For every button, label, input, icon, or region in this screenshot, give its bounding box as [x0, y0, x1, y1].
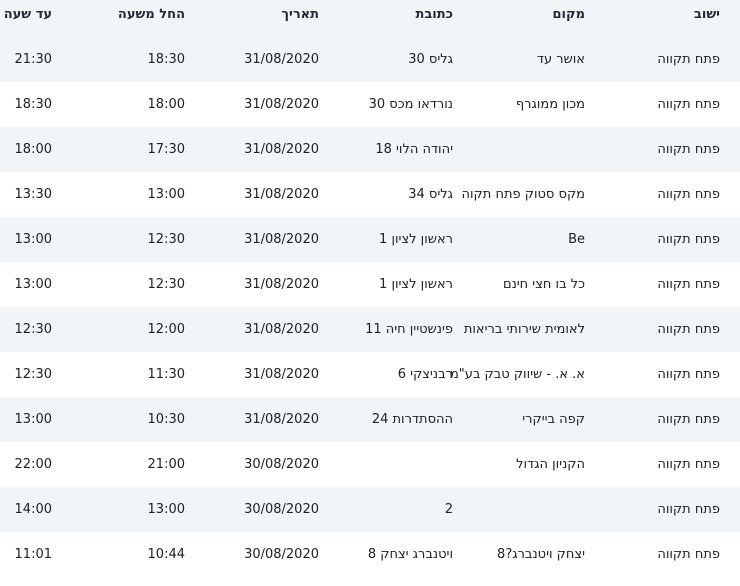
cell-start-time: 13:00	[147, 502, 185, 517]
cell-start-time: 12:30	[147, 232, 185, 247]
cell-city: פתח תקווה	[657, 547, 720, 562]
table-body: פתח תקווה אושר עד גליס 30 31/08/2020 18:30 21…	[0, 37, 740, 577]
cell-place: לאומית שירותי בריאות	[463, 322, 585, 337]
header-date[interactable]: תאריך	[281, 0, 319, 37]
table-row: פתח תקווה מקס סטוק פתח תקוה גליס 34 31/08/2…	[0, 172, 740, 217]
cell-end-time: 18:30	[14, 97, 52, 112]
cell-place: קפה בייקרי	[522, 412, 585, 427]
cell-date: 31/08/2020	[244, 277, 319, 292]
cell-date: 31/08/2020	[244, 52, 319, 67]
cell-end-time: 14:00	[14, 502, 52, 517]
cell-date: 30/08/2020	[244, 457, 319, 472]
table-row: פתח תקווה קפה בייקרי ההסתדרות 24 31/08/2020…	[0, 397, 740, 442]
cell-city: פתח תקווה	[657, 277, 720, 292]
cell-city: פתח תקווה	[657, 52, 720, 67]
cell-date: 31/08/2020	[244, 322, 319, 337]
cell-date: 31/08/2020	[244, 97, 319, 112]
cell-start-time: 10:44	[147, 547, 185, 562]
cell-city: פתח תקווה	[657, 232, 720, 247]
cell-city: פתח תקווה	[657, 142, 720, 157]
cell-start-time: 13:00	[147, 187, 185, 202]
cell-address: יהודה הלוי 18	[375, 142, 453, 157]
table-row: פתח תקווה אושר עד גליס 30 31/08/2020 18:30 21…	[0, 37, 740, 82]
header-start-time[interactable]: החל משעה	[118, 0, 185, 37]
cell-start-time: 10:30	[147, 412, 185, 427]
cell-address: ראשון לציון 1	[379, 232, 453, 247]
cell-city: פתח תקווה	[657, 322, 720, 337]
cell-date: 31/08/2020	[244, 187, 319, 202]
cell-city: פתח תקווה	[657, 187, 720, 202]
table-row: פתח תקווה הקניון הגדול 30/08/2020 21:00 22:0…	[0, 442, 740, 487]
cell-start-time: 18:00	[147, 97, 185, 112]
cell-address: נורדאו מכס 30	[368, 97, 453, 112]
cell-place: אושר עד	[536, 52, 585, 67]
table-row: פתח תקווה מכון ממוגרף נורדאו מכס 30 31/08/2…	[0, 82, 740, 127]
header-city[interactable]: ישוב	[694, 0, 720, 37]
table-row: פתח תקווה כל בו חצי חינם ראשון לציון 1 31/0…	[0, 262, 740, 307]
cell-place: הקניון הגדול	[516, 457, 585, 472]
cell-city: פתח תקווה	[657, 412, 720, 427]
cell-end-time: 13:30	[14, 187, 52, 202]
cell-place: Be	[568, 232, 585, 247]
cell-date: 31/08/2020	[244, 232, 319, 247]
table-row: פתח תקווה יצחק ויטנברג?8 ויטנברג יצחק 8 30/…	[0, 532, 740, 577]
cell-end-time: 12:30	[14, 367, 52, 382]
table-row: פתח תקווה לאומית שירותי בריאות פינשטיין חי…	[0, 307, 740, 352]
cell-city: פתח תקווה	[657, 502, 720, 517]
cell-address: גליס 34	[408, 187, 453, 202]
cell-address: ויטנברג יצחק 8	[367, 547, 453, 562]
cell-address: ראשון לציון 1	[379, 277, 453, 292]
cell-city: פתח תקווה	[657, 367, 720, 382]
cell-address: רבניצקי 6	[397, 367, 453, 382]
cell-place: מקס סטוק פתח תקוה	[461, 187, 585, 202]
cell-address: ההסתדרות 24	[371, 412, 453, 427]
cell-end-time: 13:00	[14, 232, 52, 247]
cell-date: 30/08/2020	[244, 502, 319, 517]
cell-start-time: 21:00	[147, 457, 185, 472]
table-row: פתח תקווה 2 30/08/2020 13:00 14:00	[0, 487, 740, 532]
table-row: פתח תקווה Be ראשון לציון 1 31/08/2020 12:30 1…	[0, 217, 740, 262]
cell-place: מכון ממוגרף	[515, 97, 585, 112]
cell-end-time: 13:00	[14, 277, 52, 292]
cell-end-time: 12:30	[14, 322, 52, 337]
cell-city: פתח תקווה	[657, 97, 720, 112]
exposure-locations-table: ישוב מקום כתובת תאריך החל משעה עד שעה פת…	[0, 0, 740, 577]
cell-place: יצחק ויטנברג?8	[497, 547, 585, 562]
table-row: פתח תקווה א. א. - שיווק טבק בע"מ רבניצקי 6…	[0, 352, 740, 397]
cell-date: 31/08/2020	[244, 367, 319, 382]
cell-place: א. א. - שיווק טבק בע"מ	[449, 367, 585, 382]
cell-start-time: 17:30	[147, 142, 185, 157]
cell-place: כל בו חצי חינם	[502, 277, 585, 292]
cell-start-time: 12:30	[147, 277, 185, 292]
cell-address: פינשטיין חיה 11	[365, 322, 453, 337]
cell-address: גליס 30	[408, 52, 453, 67]
cell-end-time: 21:30	[14, 52, 52, 67]
table-header-row: ישוב מקום כתובת תאריך החל משעה עד שעה	[0, 0, 740, 37]
cell-end-time: 13:00	[14, 412, 52, 427]
cell-date: 31/08/2020	[244, 412, 319, 427]
cell-end-time: 18:00	[14, 142, 52, 157]
cell-date: 31/08/2020	[244, 142, 319, 157]
cell-start-time: 11:30	[147, 367, 185, 382]
cell-city: פתח תקווה	[657, 457, 720, 472]
header-place[interactable]: מקום	[553, 0, 586, 37]
cell-start-time: 18:30	[147, 52, 185, 67]
header-end-time[interactable]: עד שעה	[4, 0, 52, 37]
cell-start-time: 12:00	[147, 322, 185, 337]
cell-date: 30/08/2020	[244, 547, 319, 562]
cell-address: 2	[444, 502, 453, 517]
header-address[interactable]: כתובת	[415, 0, 453, 37]
cell-end-time: 11:01	[14, 547, 52, 562]
table-row: פתח תקווה יהודה הלוי 18 31/08/2020 17:30 18:…	[0, 127, 740, 172]
cell-end-time: 22:00	[14, 457, 52, 472]
